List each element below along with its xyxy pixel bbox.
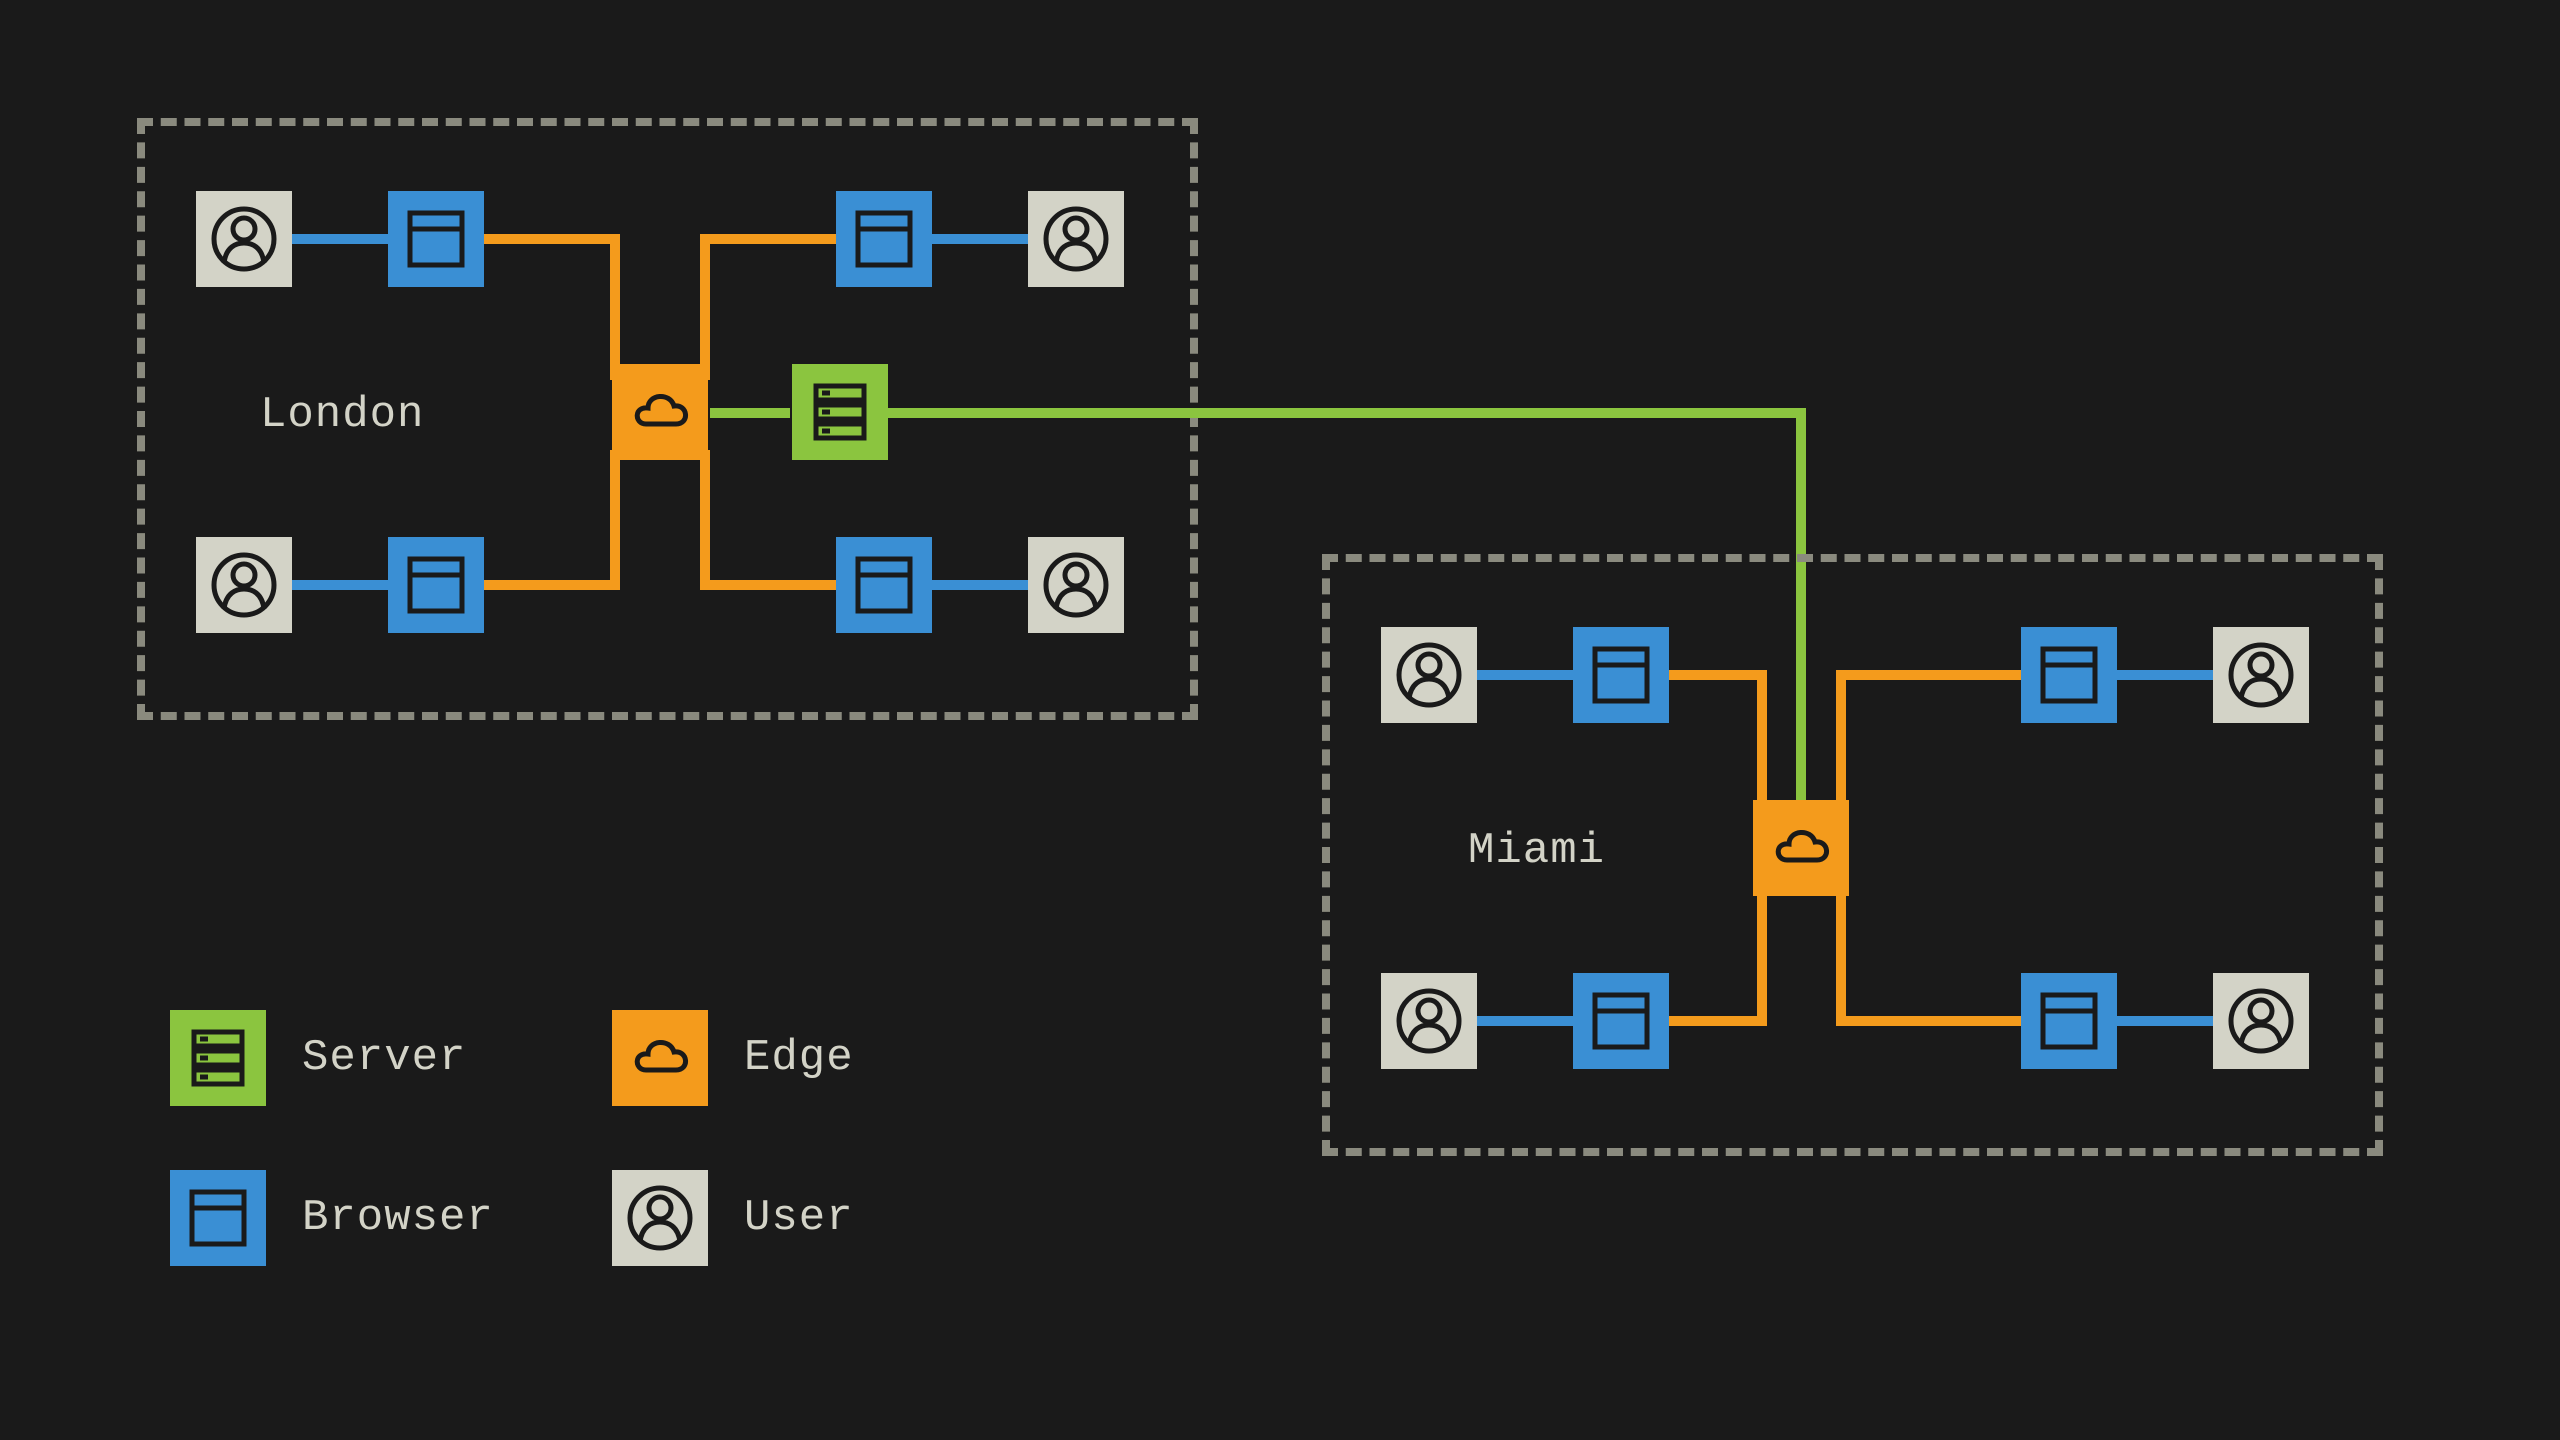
legend-edge-label: Edge <box>744 1033 854 1083</box>
link-user-browser <box>1475 670 1575 680</box>
edge-node <box>1753 800 1849 896</box>
user-node <box>196 537 292 633</box>
legend-user-label: User <box>744 1193 854 1243</box>
link-browser-edge <box>700 580 840 590</box>
link-browser-edge <box>700 450 710 590</box>
link-browser-edge <box>700 234 710 380</box>
server-icon <box>170 1010 266 1106</box>
legend-browser: Browser <box>170 1170 494 1266</box>
legend-edge: Edge <box>612 1010 854 1106</box>
link-browser-edge <box>1836 670 1846 816</box>
link-browser-edge <box>700 234 840 244</box>
diagram-stage: London Miami S <box>0 0 2560 1440</box>
user-icon <box>612 1170 708 1266</box>
link-user-browser <box>1475 1016 1575 1026</box>
user-node <box>196 191 292 287</box>
user-node <box>1028 537 1124 633</box>
link-browser-edge <box>1757 670 1767 816</box>
link-browser-edge <box>1757 886 1767 1026</box>
region-london-label: London <box>260 390 424 440</box>
user-node <box>1381 627 1477 723</box>
link-user-browser <box>930 234 1030 244</box>
link-user-browser <box>2115 670 2215 680</box>
link-user-browser <box>930 580 1030 590</box>
link-region-region <box>888 408 1806 418</box>
user-node <box>1028 191 1124 287</box>
link-browser-edge <box>610 234 620 380</box>
browser-node <box>1573 973 1669 1069</box>
server-node <box>792 364 888 460</box>
browser-node <box>1573 627 1669 723</box>
browser-node <box>388 537 484 633</box>
link-browser-edge <box>610 450 620 590</box>
link-browser-edge <box>480 234 620 244</box>
legend-server-label: Server <box>302 1033 466 1083</box>
link-user-browser <box>290 234 390 244</box>
link-user-browser <box>2115 1016 2215 1026</box>
edge-node <box>612 364 708 460</box>
link-browser-edge <box>1836 1016 2025 1026</box>
legend-browser-label: Browser <box>302 1193 494 1243</box>
browser-node <box>2021 973 2117 1069</box>
region-miami-label: Miami <box>1468 826 1605 876</box>
link-user-browser <box>290 580 390 590</box>
edge-icon <box>612 1010 708 1106</box>
link-browser-edge <box>1836 670 2025 680</box>
user-node <box>2213 627 2309 723</box>
browser-icon <box>170 1170 266 1266</box>
browser-node <box>2021 627 2117 723</box>
link-browser-edge <box>1665 670 1767 680</box>
link-edge-server <box>710 408 790 418</box>
browser-node <box>388 191 484 287</box>
link-browser-edge <box>1665 1016 1767 1026</box>
link-browser-edge <box>480 580 620 590</box>
user-node <box>1381 973 1477 1069</box>
browser-node <box>836 537 932 633</box>
user-node <box>2213 973 2309 1069</box>
browser-node <box>836 191 932 287</box>
legend-server: Server <box>170 1010 466 1106</box>
link-browser-edge <box>1836 886 1846 1026</box>
legend-user: User <box>612 1170 854 1266</box>
